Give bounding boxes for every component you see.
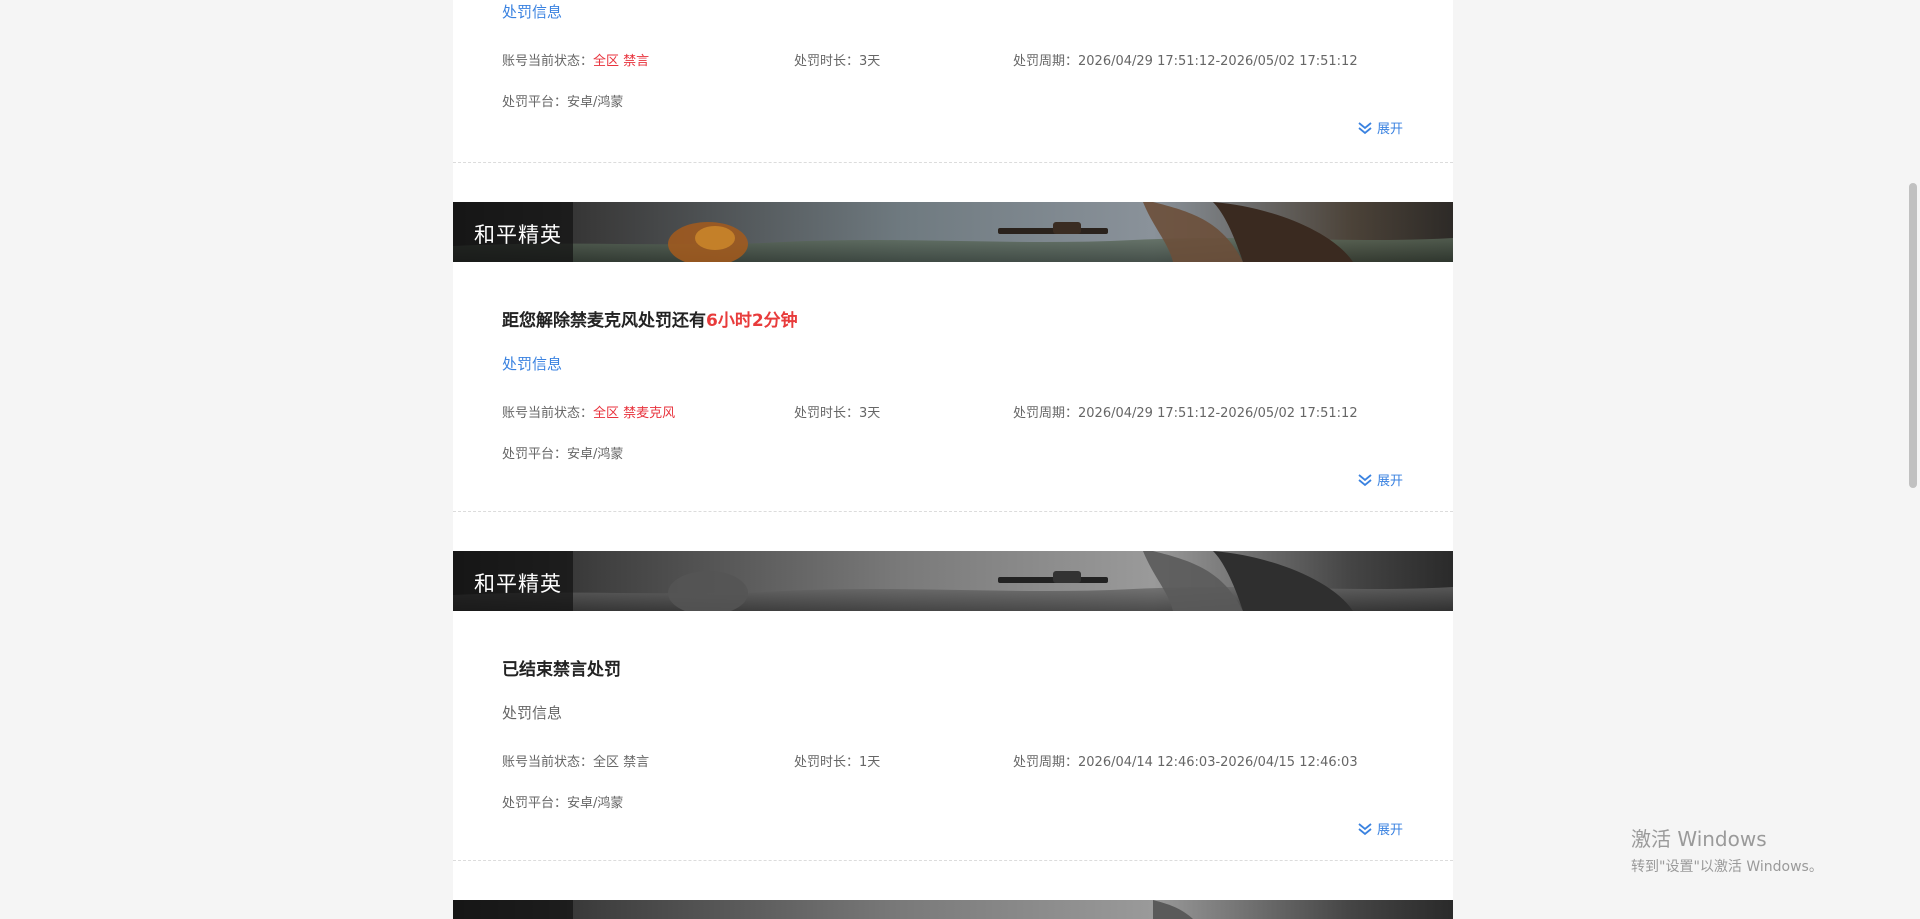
duration-row: 处罚时长：1天 xyxy=(794,751,880,770)
status-row: 账号当前状态：全区 禁言 xyxy=(502,50,649,69)
scrollbar[interactable] xyxy=(1906,0,1920,919)
platform-label: 处罚平台： xyxy=(502,95,568,110)
period-row: 处罚周期：2026/04/14 12:46:03-2026/04/15 12:4… xyxy=(1013,751,1358,770)
game-banner-image xyxy=(453,551,1453,611)
remaining-time: 6小时2分钟 xyxy=(706,311,798,331)
period-value: 2026/04/29 17:51:12-2026/05/02 17:51:12 xyxy=(1078,54,1358,69)
platform-value: 安卓/鸿蒙 xyxy=(567,95,624,110)
duration-label: 处罚时长： xyxy=(794,406,860,421)
penalty-card: 和平精英 距您解除禁麦克风处罚还有6小时2分钟 处罚信息 账号当前状态：全区 禁… xyxy=(453,202,1453,512)
platform-label: 处罚平台： xyxy=(502,796,568,811)
platform-row: 处罚平台：安卓/鸿蒙 xyxy=(502,443,623,462)
duration-value: 3天 xyxy=(859,406,881,421)
headline-text: 距您解除禁麦克风处罚还有 xyxy=(502,311,706,331)
windows-activation-watermark: 激活 Windows 转到"设置"以激活 Windows。 xyxy=(1631,823,1823,876)
card-body: 处罚信息 账号当前状态：全区 禁言 处罚时长：3天 处罚周期：2026/04/2… xyxy=(502,0,1403,162)
status-label: 账号当前状态： xyxy=(502,406,594,421)
duration-label: 处罚时长： xyxy=(794,755,860,770)
expand-button[interactable]: 展开 xyxy=(1357,819,1403,838)
platform-value: 安卓/鸿蒙 xyxy=(567,796,624,811)
duration-row: 处罚时长：3天 xyxy=(794,50,880,69)
double-chevron-down-icon xyxy=(1358,121,1372,134)
penalty-headline: 已结束禁言处罚 xyxy=(502,655,621,680)
platform-label: 处罚平台： xyxy=(502,447,568,462)
status-value: 全区 禁言 xyxy=(593,755,650,770)
penalty-info-link[interactable]: 处罚信息 xyxy=(502,353,562,374)
game-banner-image xyxy=(453,202,1453,262)
penalty-info-label: 处罚信息 xyxy=(502,704,563,722)
period-label: 处罚周期： xyxy=(1013,54,1079,69)
expand-label: 展开 xyxy=(1376,474,1403,489)
scrollbar-thumb[interactable] xyxy=(1909,183,1917,488)
status-label: 账号当前状态： xyxy=(502,755,594,770)
expand-button[interactable]: 展开 xyxy=(1357,118,1403,137)
game-banner xyxy=(453,900,1453,919)
platform-row: 处罚平台：安卓/鸿蒙 xyxy=(502,91,623,110)
game-banner: 和平精英 xyxy=(453,551,1453,611)
page: 处罚信息 账号当前状态：全区 禁言 处罚时长：3天 处罚周期：2026/04/2… xyxy=(0,0,1920,919)
penalty-headline: 距您解除禁麦克风处罚还有6小时2分钟 xyxy=(502,306,798,331)
headline-text: 已结束禁言处罚 xyxy=(502,660,621,680)
watermark-title: 激活 Windows xyxy=(1631,827,1767,851)
duration-row: 处罚时长：3天 xyxy=(794,402,880,421)
game-name: 和平精英 xyxy=(474,223,562,247)
period-label: 处罚周期： xyxy=(1013,406,1079,421)
expand-label: 展开 xyxy=(1376,122,1403,137)
status-value: 全区 禁言 xyxy=(593,54,650,69)
period-value: 2026/04/29 17:51:12-2026/05/02 17:51:12 xyxy=(1078,406,1358,421)
penalty-card: 和平精英 已结束禁言处罚 处罚信息 账号当前状态：全区 禁言 处罚时长：1天 处… xyxy=(453,551,1453,861)
double-chevron-down-icon xyxy=(1358,822,1372,835)
game-banner: 和平精英 xyxy=(453,202,1453,262)
expand-label: 展开 xyxy=(1376,823,1403,838)
card-body: 距您解除禁麦克风处罚还有6小时2分钟 处罚信息 账号当前状态：全区 禁麦克风 处… xyxy=(502,262,1403,511)
period-row: 处罚周期：2026/04/29 17:51:12-2026/05/02 17:5… xyxy=(1013,50,1358,69)
duration-value: 3天 xyxy=(859,54,881,69)
double-chevron-down-icon xyxy=(1358,473,1372,486)
period-value: 2026/04/14 12:46:03-2026/04/15 12:46:03 xyxy=(1078,755,1358,770)
game-name: 和平精英 xyxy=(474,572,562,596)
status-label: 账号当前状态： xyxy=(502,54,594,69)
watermark-subtitle: 转到"设置"以激活 Windows。 xyxy=(1631,859,1823,875)
period-row: 处罚周期：2026/04/29 17:51:12-2026/05/02 17:5… xyxy=(1013,402,1358,421)
status-row: 账号当前状态：全区 禁言 xyxy=(502,751,649,770)
card-body: 已结束禁言处罚 处罚信息 账号当前状态：全区 禁言 处罚时长：1天 处罚周期：2… xyxy=(502,611,1403,860)
duration-label: 处罚时长： xyxy=(794,54,860,69)
expand-button[interactable]: 展开 xyxy=(1357,470,1403,489)
game-banner-image xyxy=(453,900,1453,919)
platform-row: 处罚平台：安卓/鸿蒙 xyxy=(502,792,623,811)
penalty-list: 处罚信息 账号当前状态：全区 禁言 处罚时长：3天 处罚周期：2026/04/2… xyxy=(453,0,1453,919)
penalty-card: 处罚信息 账号当前状态：全区 禁言 处罚时长：3天 处罚周期：2026/04/2… xyxy=(453,0,1453,163)
status-row: 账号当前状态：全区 禁麦克风 xyxy=(502,402,675,421)
status-value: 全区 禁麦克风 xyxy=(593,406,676,421)
platform-value: 安卓/鸿蒙 xyxy=(567,447,624,462)
duration-value: 1天 xyxy=(859,755,881,770)
penalty-info-link[interactable]: 处罚信息 xyxy=(502,1,562,22)
period-label: 处罚周期： xyxy=(1013,755,1079,770)
